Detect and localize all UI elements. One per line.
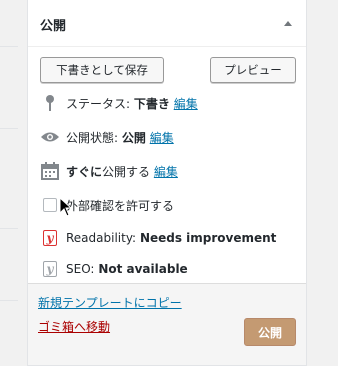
status-edit-link[interactable]: 編集 bbox=[174, 95, 198, 112]
pin-icon bbox=[40, 93, 60, 113]
divider bbox=[0, 300, 18, 301]
calendar-icon bbox=[40, 161, 60, 181]
collapse-arrow-icon[interactable] bbox=[284, 21, 292, 26]
yoast-readability-icon: y bbox=[40, 228, 60, 248]
seo-value: Not available bbox=[98, 262, 188, 276]
visibility-edit-link[interactable]: 編集 bbox=[150, 129, 174, 146]
preview-button[interactable]: プレビュー bbox=[210, 57, 296, 83]
yoast-seo-icon: y bbox=[40, 259, 60, 279]
readability-value: Needs improvement bbox=[139, 231, 277, 245]
panel-title: 公開 bbox=[40, 19, 67, 34]
readability-row: y Readability: Needs improvement bbox=[40, 228, 276, 248]
checkbox-wrap bbox=[40, 195, 60, 215]
divider bbox=[0, 228, 18, 229]
divider bbox=[0, 46, 18, 47]
publish-panel: 公開 下書きとして保存 プレビュー ステータス: 下書き 編集 公開状態: 公開… bbox=[27, 0, 307, 366]
eye-icon bbox=[40, 127, 60, 147]
publish-button[interactable]: 公開 bbox=[244, 318, 296, 346]
copy-to-template-link[interactable]: 新規テンプレートにコピー bbox=[38, 294, 182, 311]
mouse-pointer-icon bbox=[59, 197, 73, 217]
save-draft-button[interactable]: 下書きとして保存 bbox=[40, 57, 164, 83]
panel-footer: 新規テンプレートにコピー ゴミ箱へ移動 公開 bbox=[28, 283, 306, 365]
status-label: ステータス: bbox=[66, 96, 131, 111]
schedule-row: すぐに 公開する 編集 bbox=[40, 161, 178, 181]
seo-label: SEO: bbox=[66, 262, 95, 276]
yoast-y-red-icon: y bbox=[43, 230, 57, 246]
visibility-row: 公開状態: 公開 編集 bbox=[40, 127, 174, 147]
schedule-label: 公開する bbox=[102, 164, 151, 179]
divider bbox=[0, 128, 18, 129]
readability-label: Readability: bbox=[66, 231, 137, 245]
status-row: ステータス: 下書き 編集 bbox=[40, 93, 198, 113]
external-check-checkbox[interactable] bbox=[43, 198, 57, 212]
schedule-edit-link[interactable]: 編集 bbox=[154, 163, 178, 180]
schedule-bold: すぐに bbox=[66, 164, 103, 179]
yoast-y-grey-icon: y bbox=[43, 261, 57, 277]
seo-row: y SEO: Not available bbox=[40, 259, 188, 279]
left-edge bbox=[0, 0, 18, 366]
move-to-trash-link[interactable]: ゴミ箱へ移動 bbox=[38, 318, 110, 335]
external-check-label[interactable]: 外部確認を許可する bbox=[66, 197, 174, 214]
status-value: 下書き bbox=[133, 96, 170, 111]
visibility-label: 公開状態: bbox=[66, 130, 119, 145]
panel-header[interactable]: 公開 bbox=[28, 0, 306, 47]
visibility-value: 公開 bbox=[121, 130, 146, 145]
